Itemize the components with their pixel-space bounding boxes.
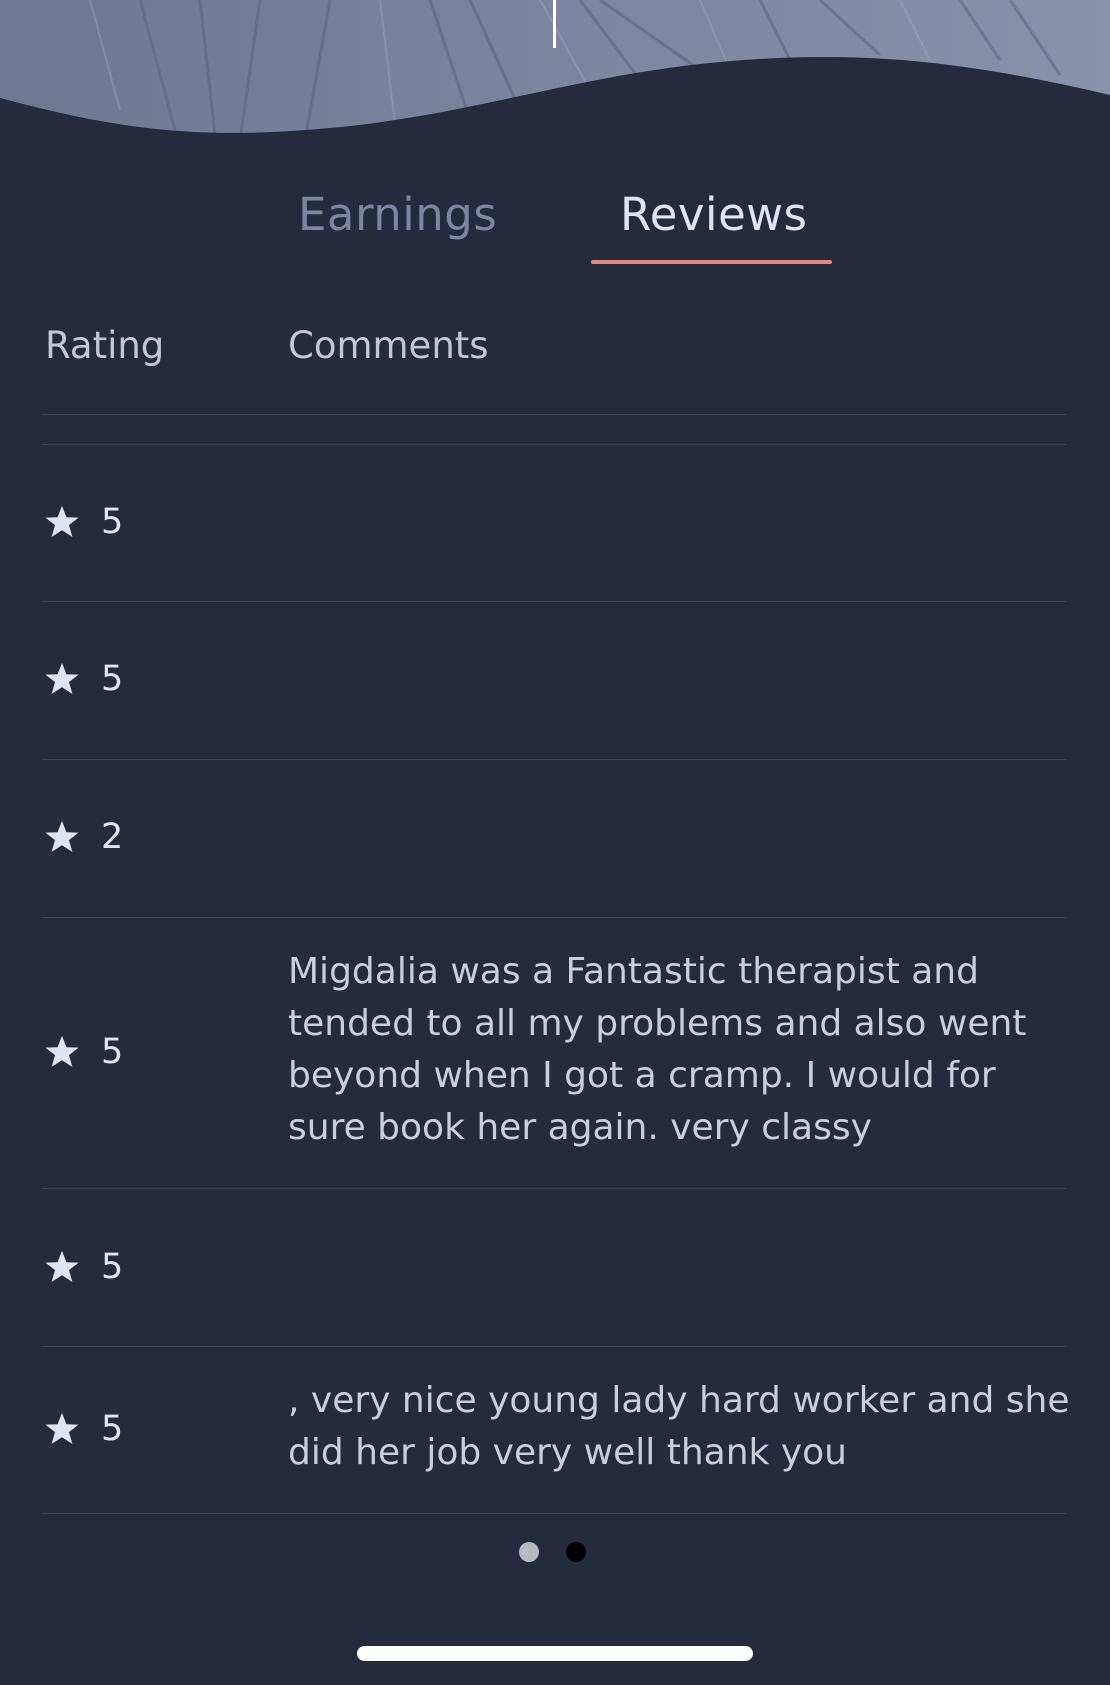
tab-earnings[interactable]: Earnings	[298, 188, 497, 241]
header-image	[0, 0, 1110, 160]
rating-value: 5	[101, 1032, 124, 1072]
rating-cell: 5	[43, 659, 123, 699]
rating-column-header: Rating	[45, 324, 165, 367]
rating-cell: 5	[43, 502, 123, 542]
star-icon	[43, 660, 81, 698]
home-indicator[interactable]	[357, 1646, 753, 1661]
star-icon	[43, 1033, 81, 1071]
rating-cell: 5	[43, 1409, 123, 1449]
star-icon	[43, 1410, 81, 1448]
review-row: 5	[43, 1189, 1067, 1346]
active-tab-indicator	[591, 260, 832, 264]
rating-value: 2	[101, 817, 124, 857]
review-comment: , very nice young lady hard worker and s…	[288, 1380, 1070, 1473]
tab-bar: Earnings Reviews	[0, 188, 1110, 268]
page-dot-2-active[interactable]	[566, 1542, 586, 1562]
rating-cell: 2	[43, 817, 123, 857]
page-indicator	[519, 1542, 586, 1562]
review-row: 5	[43, 444, 1067, 601]
review-row: 5 Migdalia was a Fantastic therapist and…	[43, 918, 1067, 1188]
review-row: 5 , very nice young lady hard worker and…	[43, 1347, 1069, 1513]
rating-value: 5	[101, 1247, 124, 1287]
rating-cell: 5	[43, 1247, 123, 1287]
comments-column-header: Comments	[288, 324, 489, 367]
page-dot-1[interactable]	[519, 1542, 539, 1562]
rating-value: 5	[101, 1409, 124, 1449]
rating-cell: 5	[43, 1032, 123, 1072]
rating-value: 5	[101, 502, 124, 542]
review-row: 5	[43, 602, 1067, 759]
star-icon	[43, 818, 81, 856]
review-row: 2	[43, 760, 1067, 917]
tab-reviews[interactable]: Reviews	[620, 188, 808, 241]
star-icon	[43, 1248, 81, 1286]
header-divider	[43, 414, 1067, 415]
row-divider	[43, 1513, 1067, 1514]
review-comment: Migdalia was a Fantastic therapist and t…	[288, 951, 1027, 1148]
star-icon	[43, 503, 81, 541]
rating-value: 5	[101, 659, 124, 699]
